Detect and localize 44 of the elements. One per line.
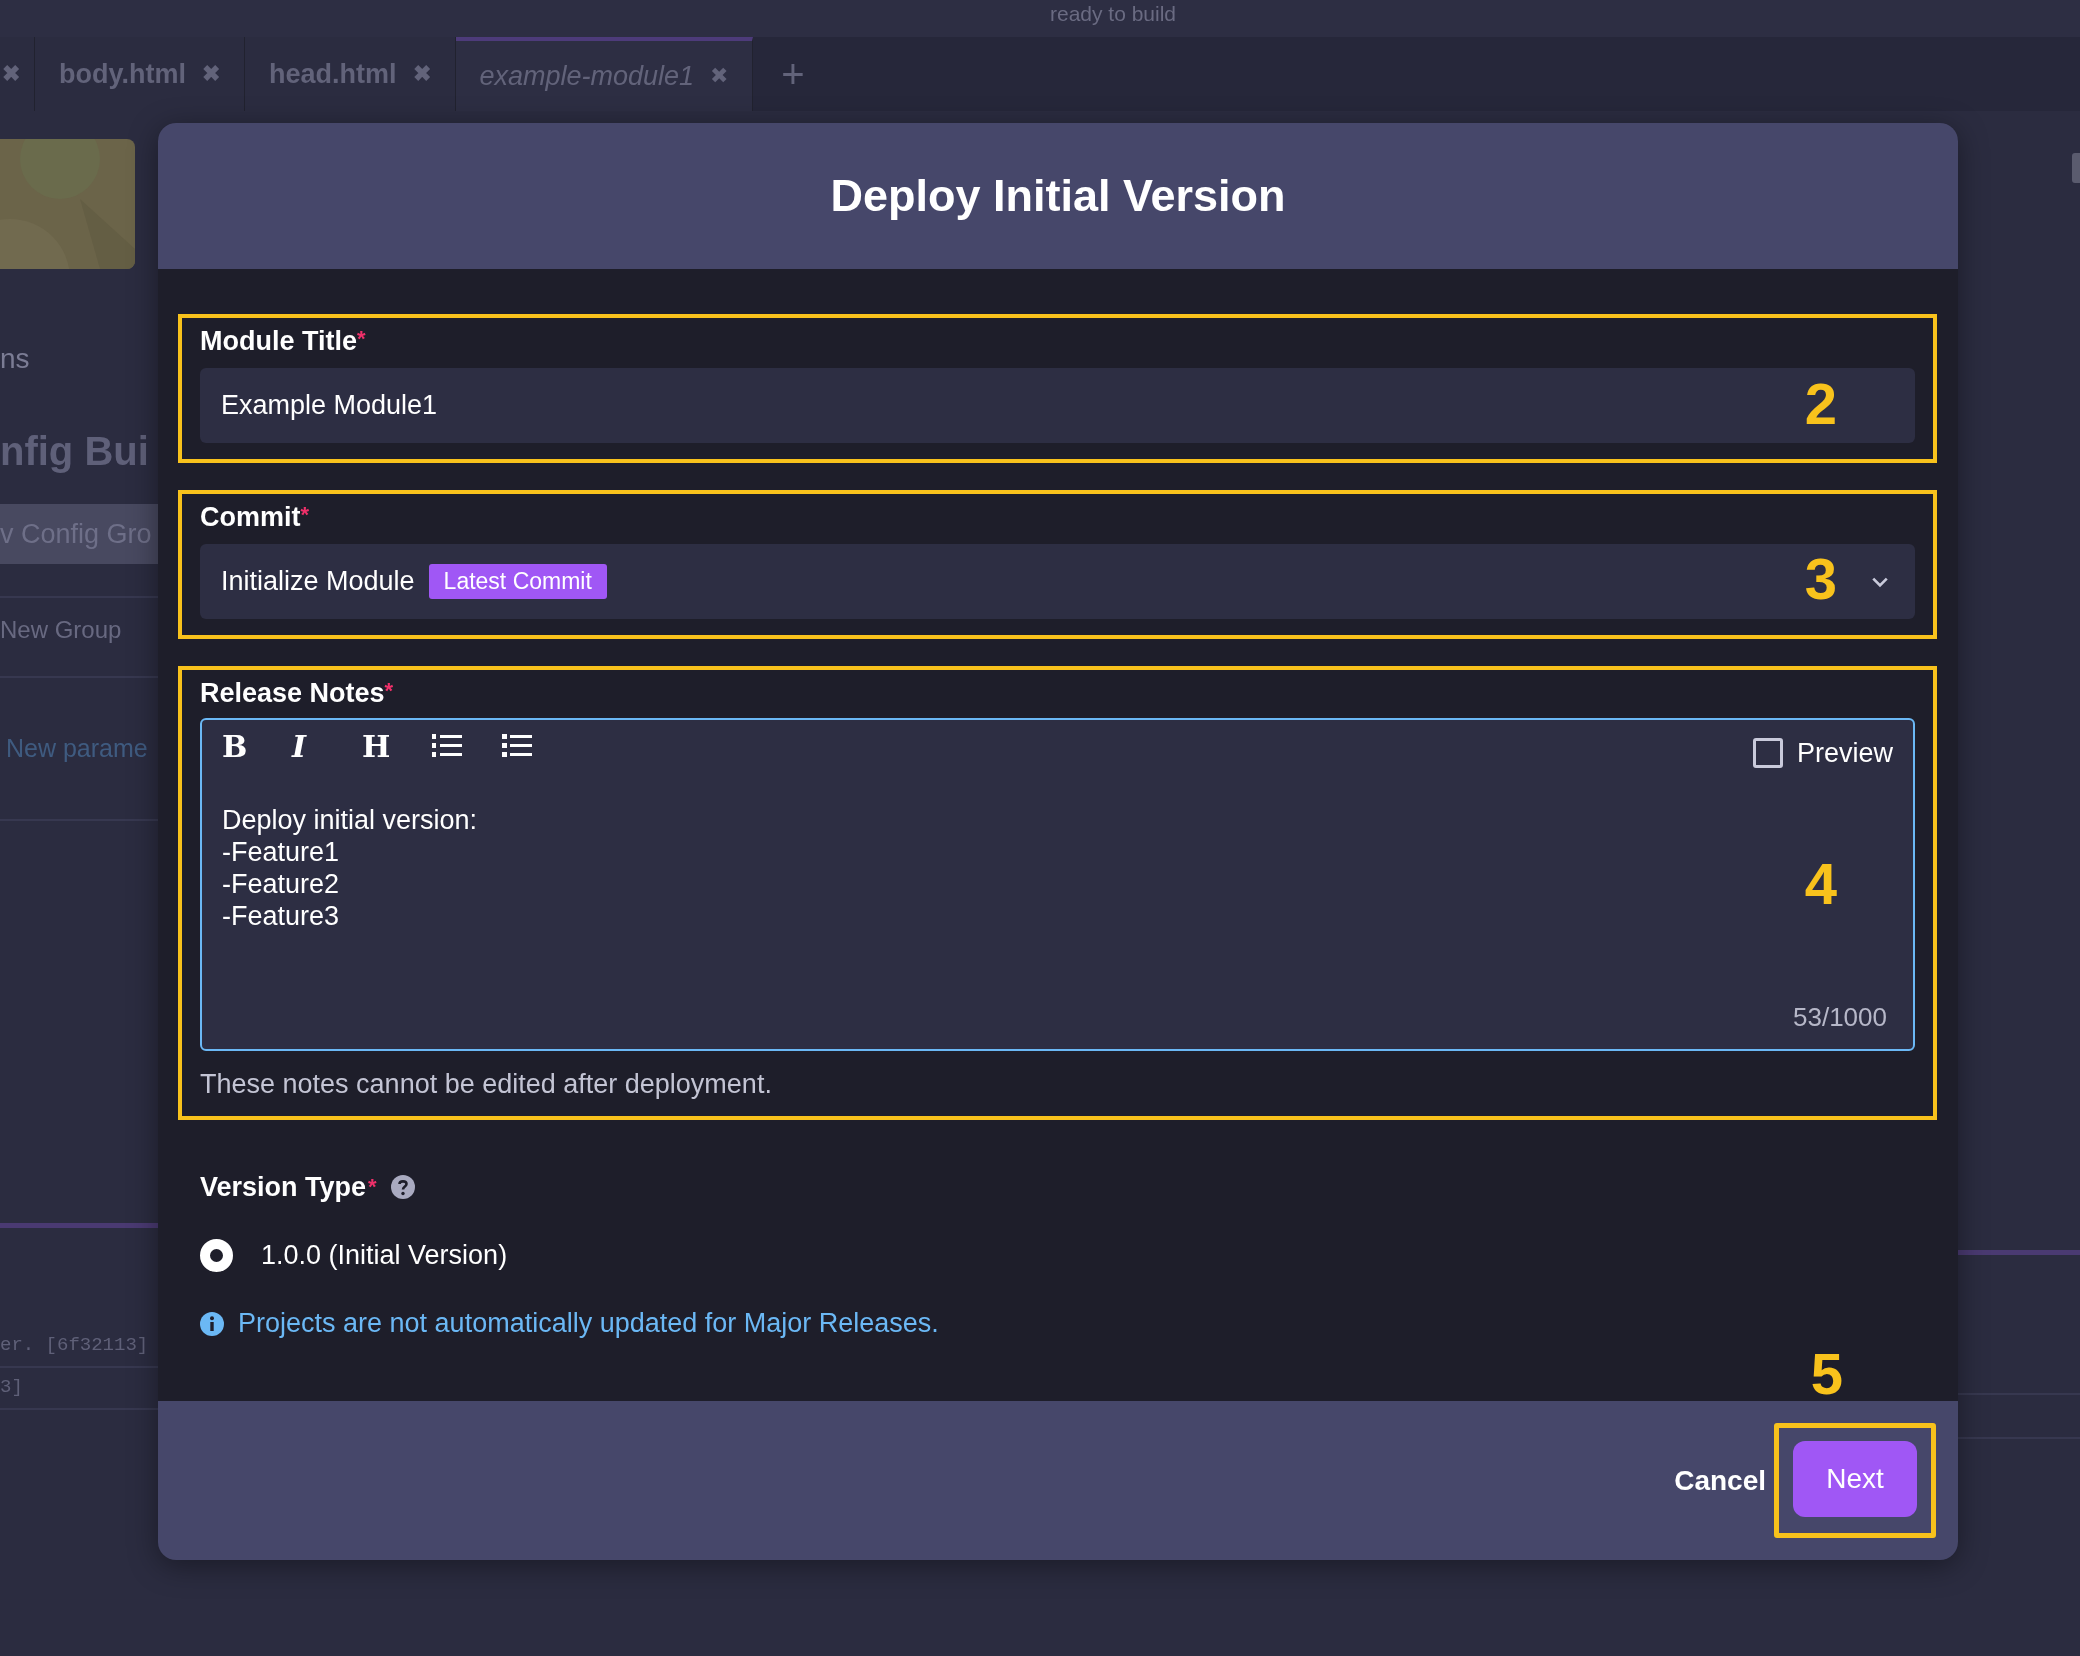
italic-button[interactable]: I: [292, 728, 362, 764]
editor-tab[interactable]: ✖: [0, 37, 35, 111]
option-label: 1.0.0 (Initial Version): [261, 1240, 508, 1271]
editor-tab[interactable]: body.html ✖: [35, 37, 245, 111]
cancel-button[interactable]: Cancel: [1674, 1464, 1766, 1497]
info-icon: [200, 1311, 224, 1336]
next-button[interactable]: Next: [1793, 1441, 1917, 1517]
field-label: Version Type: [200, 1171, 367, 1203]
character-counter: 53/1000: [1793, 1002, 1887, 1033]
required-mark: *: [384, 678, 394, 704]
annotation-number: 5: [1810, 1345, 1843, 1403]
annotation-number: 4: [1804, 855, 1837, 913]
field-hint: These notes cannot be edited after deployment.: [200, 1069, 773, 1100]
scroll-handle[interactable]: [2072, 153, 2080, 183]
field-label: Module Title: [200, 326, 357, 357]
group-item[interactable]: New Group: [0, 616, 160, 644]
heading-button[interactable]: H: [362, 728, 432, 764]
annotation-number: 2: [1804, 375, 1837, 433]
dialog-title: Deploy Initial Version: [830, 170, 1286, 222]
preview-label: Preview: [1796, 737, 1893, 769]
help-icon[interactable]: [390, 1175, 415, 1199]
required-mark: *: [368, 1174, 377, 1200]
required-mark: *: [300, 502, 310, 528]
info-message: Projects are not automatically updated for Major Releases.: [238, 1308, 939, 1339]
section-label: ns: [0, 343, 31, 375]
editor-tab[interactable]: head.html ✖: [245, 37, 456, 111]
preview-checkbox[interactable]: [1752, 738, 1783, 768]
chevron-down-icon: [1871, 575, 1889, 588]
field-label: Commit: [200, 502, 301, 533]
new-tab-button[interactable]: +: [753, 37, 833, 111]
notes-text: Deploy initial version: -Feature1 -Feature2 -Feature3: [222, 804, 478, 932]
log-line: 3]: [0, 1376, 24, 1398]
bold-button[interactable]: B: [222, 728, 292, 764]
field-label: Release Notes: [200, 678, 385, 709]
annotation-number: 3: [1804, 550, 1837, 608]
release-notes-editor[interactable]: B I H Preview Deploy initial version: -Feature1 -Feature2 -Feature3 53/1000 4: [200, 718, 1915, 1051]
radio-button[interactable]: [200, 1239, 233, 1272]
page-heading: nfig Bui: [0, 429, 150, 474]
required-mark: *: [357, 326, 366, 352]
log-line: er. [6f32113]: [0, 1334, 150, 1356]
commit-name: Initialize Module: [221, 566, 415, 597]
bullet-list-icon[interactable]: [502, 733, 532, 759]
latest-commit-badge: Latest Commit: [428, 564, 607, 599]
status-text: ready to build: [1049, 2, 1177, 26]
